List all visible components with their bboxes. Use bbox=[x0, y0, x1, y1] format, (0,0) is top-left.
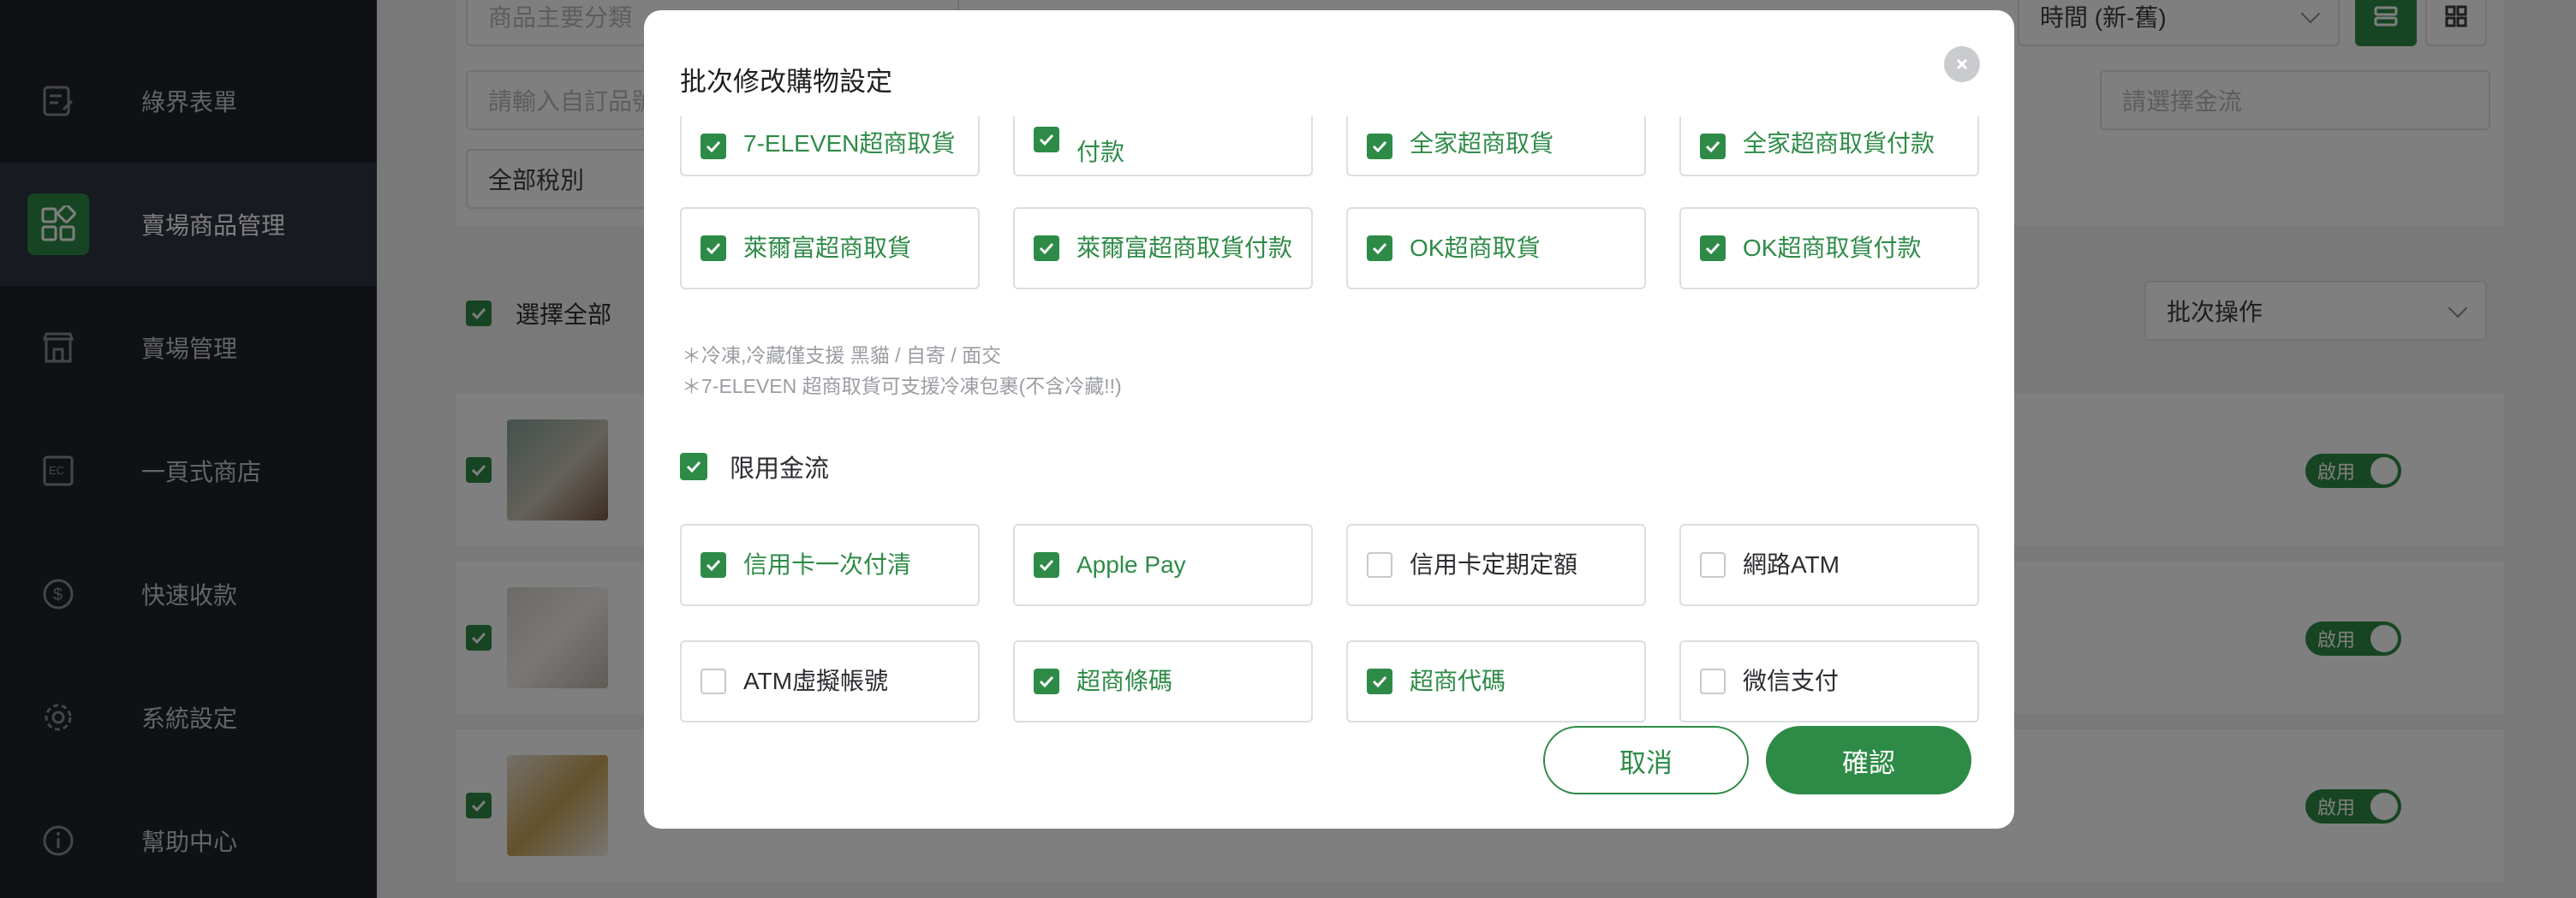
option-wechat-pay[interactable]: 微信支付 bbox=[1679, 640, 1979, 723]
option-checkbox[interactable] bbox=[1034, 552, 1059, 578]
option-label: OK超商取貨 bbox=[1410, 235, 1541, 261]
option-family-pickup[interactable]: 全家超商取貨 bbox=[1346, 116, 1646, 176]
option-checkbox[interactable] bbox=[1367, 134, 1392, 159]
option-label: 超商條碼 bbox=[1076, 668, 1173, 694]
logistics-note: ＊冷凍,冷藏僅支援 黑貓 / 自寄 / 面交 bbox=[682, 344, 1002, 366]
option-label: Apple Pay bbox=[1076, 551, 1186, 578]
logistics-note: ＊7-ELEVEN 超商取貨可支援冷凍包裹(不含冷藏!!) bbox=[682, 375, 1122, 397]
payment-restrict-toggle[interactable]: 限用金流 bbox=[680, 449, 829, 485]
option-hilife-pickup-pay[interactable]: 萊爾富超商取貨付款 bbox=[1013, 207, 1313, 289]
option-label: 全家超商取貨 bbox=[1410, 130, 1554, 157]
option-checkbox[interactable] bbox=[701, 552, 726, 578]
option-cvs-barcode[interactable]: 超商條碼 bbox=[1013, 640, 1313, 723]
option-label: ATM虛擬帳號 bbox=[743, 668, 889, 694]
option-atm-virtual-account[interactable]: ATM虛擬帳號 bbox=[680, 640, 980, 723]
option-checkbox[interactable] bbox=[1700, 669, 1726, 694]
option-label: 付款 bbox=[1076, 139, 1125, 165]
option-checkbox[interactable] bbox=[1367, 235, 1392, 261]
close-icon bbox=[1956, 58, 1968, 70]
option-label: 信用卡定期定額 bbox=[1410, 551, 1578, 578]
option-cvs-code[interactable]: 超商代碼 bbox=[1346, 640, 1646, 723]
option-label: 7-ELEVEN超商取貨 bbox=[743, 130, 956, 157]
option-checkbox[interactable] bbox=[701, 669, 726, 694]
option-label: 萊爾富超商取貨付款 bbox=[1076, 235, 1293, 261]
option-checkbox[interactable] bbox=[1034, 669, 1059, 694]
option-ok-pickup[interactable]: OK超商取貨 bbox=[1346, 207, 1646, 289]
batch-shopping-settings-modal: 批次修改購物設定 7-ELEVEN超商取貨 付款 全家超商取貨 全家超商取貨付款… bbox=[644, 10, 2014, 829]
modal-scroll-area[interactable]: 7-ELEVEN超商取貨 付款 全家超商取貨 全家超商取貨付款 萊爾富超商取貨 … bbox=[644, 116, 2014, 734]
option-checkbox[interactable] bbox=[1700, 552, 1726, 578]
option-label: 網路ATM bbox=[1743, 551, 1840, 578]
option-credit-card-recurring[interactable]: 信用卡定期定額 bbox=[1346, 524, 1646, 606]
option-family-pickup-pay[interactable]: 全家超商取貨付款 bbox=[1679, 116, 1979, 176]
option-checkbox[interactable] bbox=[1367, 552, 1392, 578]
option-label: OK超商取貨付款 bbox=[1743, 235, 1922, 261]
option-checkbox[interactable] bbox=[701, 134, 726, 159]
modal-title: 批次修改購物設定 bbox=[680, 67, 892, 97]
option-711-pickup-pay[interactable]: 付款 bbox=[1013, 116, 1313, 176]
option-checkbox[interactable] bbox=[1034, 127, 1059, 152]
option-checkbox[interactable] bbox=[701, 235, 726, 261]
option-checkbox[interactable] bbox=[1034, 235, 1059, 261]
option-web-atm[interactable]: 網路ATM bbox=[1679, 524, 1979, 606]
option-label: 超商代碼 bbox=[1410, 668, 1506, 694]
option-label: 微信支付 bbox=[1743, 668, 1840, 694]
cancel-button[interactable]: 取消 bbox=[1543, 726, 1749, 794]
option-hilife-pickup[interactable]: 萊爾富超商取貨 bbox=[680, 207, 980, 289]
option-ok-pickup-pay[interactable]: OK超商取貨付款 bbox=[1679, 207, 1979, 289]
confirm-button[interactable]: 確認 bbox=[1766, 726, 1971, 794]
payment-restrict-label: 限用金流 bbox=[730, 455, 830, 483]
option-label: 信用卡一次付清 bbox=[743, 551, 912, 578]
option-label: 萊爾富超商取貨 bbox=[743, 235, 912, 261]
option-apple-pay[interactable]: Apple Pay bbox=[1013, 524, 1313, 606]
option-checkbox[interactable] bbox=[1700, 235, 1726, 261]
payment-restrict-checkbox[interactable] bbox=[680, 453, 707, 480]
option-checkbox[interactable] bbox=[1700, 134, 1726, 159]
close-button[interactable] bbox=[1944, 46, 1980, 82]
option-checkbox[interactable] bbox=[1367, 669, 1392, 694]
option-711-pickup[interactable]: 7-ELEVEN超商取貨 bbox=[680, 116, 980, 176]
option-credit-card-full[interactable]: 信用卡一次付清 bbox=[680, 524, 980, 606]
option-label: 全家超商取貨付款 bbox=[1743, 130, 1935, 157]
